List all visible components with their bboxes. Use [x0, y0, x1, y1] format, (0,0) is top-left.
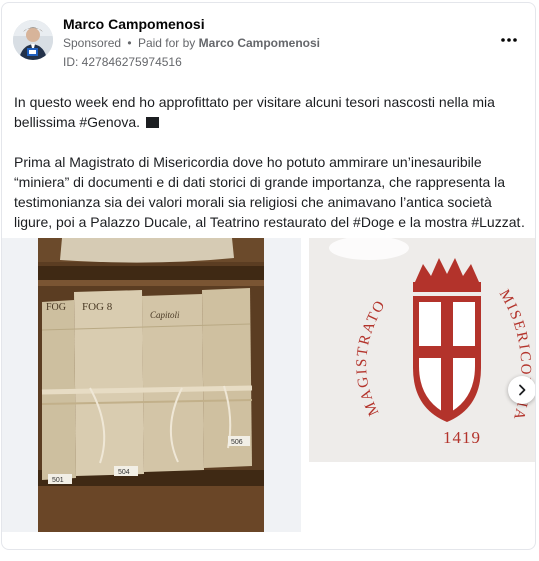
- chevron-right-icon: [519, 384, 526, 396]
- post-paragraph-2: Prima al Magistrato di Misericordia dove…: [14, 152, 526, 232]
- paid-for-prefix: Paid for by: [137, 36, 196, 50]
- author-name[interactable]: Marco Campomenosi: [63, 16, 205, 32]
- more-horizontal-icon: [501, 38, 517, 42]
- post-line[interactable]: ligure, poi a Palazzo Ducale, al Teatrin…: [14, 212, 526, 232]
- box-label: FOG: [46, 302, 66, 313]
- avatar-photo: [13, 20, 53, 60]
- post-paragraph-1: In questo week end ho approfittato per v…: [14, 92, 526, 132]
- carousel-slide-magistrato-emblem[interactable]: MAGISTRATO DI MISERICORDIA 1419: [309, 238, 535, 462]
- magistrato-emblem: MAGISTRATO DI MISERICORDIA: [309, 238, 535, 462]
- post-line: In questo week end ho approfittato per v…: [14, 94, 495, 110]
- image-carousel: FOG 8 FOG Capitoli 501 504 506 MAGISTRAT…: [2, 238, 535, 538]
- box-number: 501: [52, 477, 64, 484]
- black-square-icon: [145, 117, 159, 128]
- author-avatar[interactable]: [13, 20, 53, 60]
- ad-id: ID: 427846275974516: [63, 55, 182, 69]
- post-text: In questo week end ho approfittato per v…: [14, 92, 526, 232]
- post-line: bellissima #Genova.: [14, 114, 141, 130]
- post-line: Prima al Magistrato di Misericordia dove…: [14, 154, 482, 170]
- box-label: FOG 8: [82, 301, 113, 313]
- box-label: Capitoli: [150, 310, 180, 320]
- more-options-button[interactable]: [497, 30, 521, 50]
- box-number: 504: [118, 469, 130, 476]
- paid-for-name[interactable]: Marco Campomenosi: [199, 36, 320, 50]
- sponsored-post-card: Marco Campomenosi Sponsored • Paid for b…: [1, 2, 536, 550]
- archive-photo: FOG 8 FOG Capitoli 501 504 506: [38, 238, 264, 538]
- emblem-year: 1419: [443, 428, 481, 447]
- box-number: 506: [231, 439, 243, 446]
- carousel-slide-archive-photo[interactable]: FOG 8 FOG Capitoli 501 504 506: [2, 238, 301, 538]
- sponsored-label: Sponsored: [63, 36, 122, 50]
- post-meta: Sponsored • Paid for by Marco Campomenos…: [63, 36, 320, 50]
- post-line: “miniera” di documenti e di dati storici…: [14, 174, 506, 190]
- carousel-next-button[interactable]: [508, 376, 535, 404]
- post-line: testimonianza sia dei valori morali sia …: [14, 194, 492, 210]
- meta-separator: •: [127, 36, 132, 50]
